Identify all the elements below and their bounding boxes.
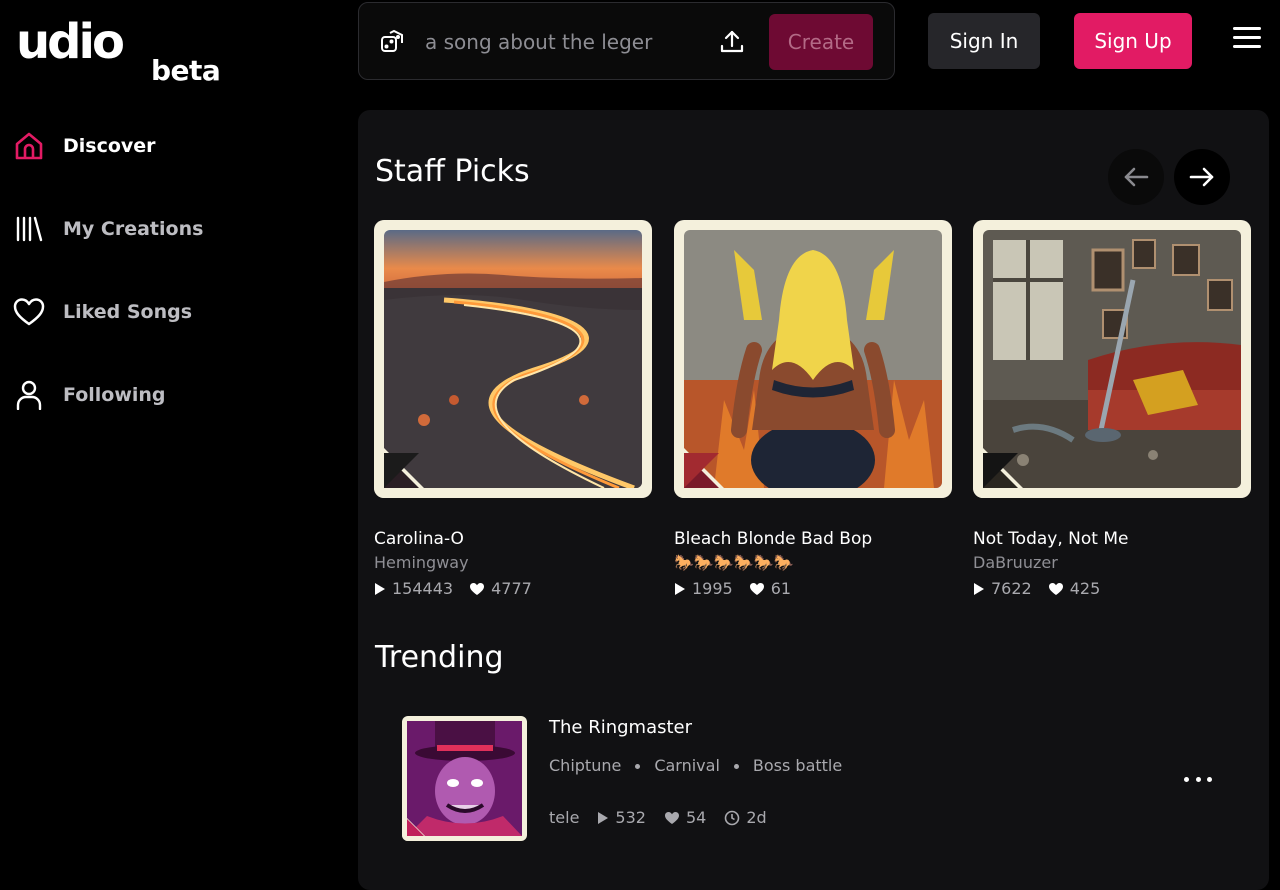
- song-meta: tele 532 54 2d: [549, 808, 767, 828]
- play-icon: [375, 583, 385, 595]
- play-icon: [675, 583, 685, 595]
- corner-mark-icon: [973, 438, 1033, 498]
- main-panel: Staff Picks Carolina-O Hemingway 154443 …: [358, 110, 1269, 890]
- like-count: 54: [685, 808, 707, 827]
- user-icon: [12, 378, 46, 412]
- sidebar-item-label: My Creations: [63, 218, 204, 240]
- song-title[interactable]: The Ringmaster: [549, 716, 692, 740]
- sign-up-button[interactable]: Sign Up: [1074, 13, 1192, 69]
- upload-icon[interactable]: [718, 28, 746, 56]
- song-stats: 7622 425: [973, 579, 1251, 599]
- song-title[interactable]: Bleach Blonde Bad Bop: [674, 528, 952, 550]
- song-artist[interactable]: 🐎🐎🐎🐎🐎🐎: [674, 552, 952, 573]
- play-count: 7622: [991, 579, 1032, 598]
- home-icon: [12, 129, 46, 163]
- heart-icon[interactable]: [664, 811, 680, 825]
- sidebar-item-my-creations[interactable]: My Creations: [12, 209, 312, 249]
- corner-mark-icon: [374, 438, 434, 498]
- corner-mark-icon: [402, 813, 430, 841]
- like-count: 61: [770, 579, 792, 598]
- play-count: 532: [615, 808, 646, 827]
- staff-pick-card[interactable]: Carolina-O Hemingway 154443 4777: [374, 220, 652, 599]
- heart-icon[interactable]: [469, 582, 485, 596]
- sign-in-button[interactable]: Sign In: [928, 13, 1040, 69]
- like-count: 425: [1069, 579, 1101, 598]
- song-stats: 1995 61: [674, 579, 952, 599]
- sidebar-item-label: Following: [63, 384, 166, 406]
- song-title[interactable]: Carolina-O: [374, 528, 652, 550]
- arrow-left-icon: [1124, 167, 1149, 187]
- udio-logo[interactable]: udio beta: [16, 14, 226, 86]
- play-icon: [598, 812, 609, 824]
- song-cover-ringmaster[interactable]: [402, 716, 527, 841]
- prompt-bar: a song about the leger Create: [358, 2, 895, 80]
- song-cover-room[interactable]: [973, 220, 1251, 498]
- logo-wordmark: udio: [16, 14, 125, 70]
- hamburger-menu-icon[interactable]: [1233, 27, 1261, 55]
- carousel-prev-button[interactable]: [1108, 149, 1164, 205]
- tag-list: Chiptune Carnival Boss battle: [549, 756, 842, 776]
- trending-row[interactable]: The Ringmaster Chiptune Carnival Boss ba…: [402, 716, 1232, 842]
- logo-beta-tag: beta: [151, 54, 221, 87]
- song-artist[interactable]: tele: [549, 808, 579, 828]
- clock-icon: [725, 810, 740, 826]
- trending-title: Trending: [375, 640, 504, 675]
- song-age: 2d: [746, 808, 767, 827]
- sidebar-item-label: Discover: [63, 135, 156, 157]
- prompt-input[interactable]: a song about the leger: [425, 29, 652, 55]
- song-stats: 154443 4777: [374, 579, 652, 599]
- song-cover-blonde[interactable]: [674, 220, 952, 498]
- staff-picks-title: Staff Picks: [375, 154, 530, 189]
- staff-pick-card[interactable]: Not Today, Not Me DaBruuzer 7622 425: [973, 220, 1251, 599]
- song-title[interactable]: Not Today, Not Me: [973, 528, 1251, 550]
- play-count: 1995: [692, 579, 733, 598]
- song-artist[interactable]: DaBruuzer: [973, 552, 1251, 573]
- song-cover-highway[interactable]: [374, 220, 652, 498]
- staff-pick-card[interactable]: Bleach Blonde Bad Bop 🐎🐎🐎🐎🐎🐎 1995 61: [674, 220, 952, 599]
- sidebar-item-liked-songs[interactable]: Liked Songs: [12, 292, 312, 332]
- tag[interactable]: Chiptune: [549, 756, 621, 776]
- arrow-right-icon: [1189, 167, 1214, 187]
- heart-icon: [12, 295, 46, 329]
- tag[interactable]: Carnival: [654, 756, 720, 776]
- heart-icon[interactable]: [749, 582, 765, 596]
- dice-icon[interactable]: [379, 29, 405, 55]
- sidebar-item-discover[interactable]: Discover: [12, 126, 312, 166]
- play-icon: [974, 583, 984, 595]
- library-icon: [12, 212, 46, 246]
- corner-mark-icon: [674, 438, 734, 498]
- tag[interactable]: Boss battle: [753, 756, 842, 776]
- play-count: 154443: [392, 579, 454, 598]
- more-options-icon[interactable]: [1184, 772, 1212, 786]
- sidebar-item-label: Liked Songs: [63, 301, 193, 323]
- sidebar-item-following[interactable]: Following: [12, 375, 312, 415]
- carousel-next-button[interactable]: [1174, 149, 1230, 205]
- song-artist[interactable]: Hemingway: [374, 552, 652, 573]
- create-button[interactable]: Create: [769, 14, 873, 70]
- like-count: 4777: [491, 579, 532, 598]
- heart-icon[interactable]: [1048, 582, 1064, 596]
